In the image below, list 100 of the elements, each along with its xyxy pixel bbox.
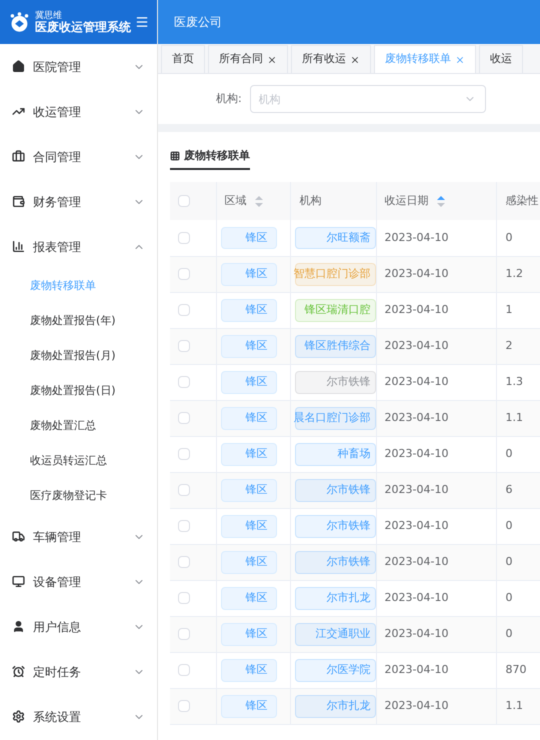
sidebar-subitem[interactable]: 废物处置报告(年) (0, 304, 157, 339)
row-checkbox[interactable] (178, 556, 190, 568)
org-tag: 尔市铁锋 (295, 479, 376, 502)
sort-icon[interactable] (436, 196, 445, 207)
region-tag: 锋区 (220, 371, 277, 394)
region-tag: 锋区 (220, 695, 277, 718)
row-checkbox[interactable] (178, 628, 190, 640)
row-checkbox[interactable] (178, 376, 190, 388)
sidebar-item[interactable]: 定时任务 (0, 649, 157, 694)
infectious-cell: 870 (496, 652, 540, 688)
row-checkbox[interactable] (178, 304, 190, 316)
row-checkbox[interactable] (178, 664, 190, 676)
date-cell: 2023-04-10 (376, 292, 497, 328)
row-checkbox[interactable] (178, 268, 190, 280)
monitor-icon (12, 575, 25, 588)
tab[interactable]: 所有合同 (208, 45, 288, 73)
row-checkbox[interactable] (178, 592, 190, 604)
infectious-cell: 6 (496, 472, 540, 508)
tab[interactable]: 所有收运 (291, 45, 371, 73)
card-title-tab[interactable]: 废物转移联单 (170, 148, 250, 170)
row-checkbox[interactable] (178, 412, 190, 424)
region-tag: 锋区 (220, 623, 277, 646)
wallet-icon (12, 195, 25, 208)
date-cell: 2023-04-10 (376, 436, 497, 472)
infectious-cell: 0 (496, 508, 540, 544)
infectious-cell: 0 (496, 616, 540, 652)
line-chart-icon (12, 105, 25, 118)
logo-subtitle: 冀思维 (34, 12, 63, 20)
date-cell: 2023-04-10 (376, 472, 497, 508)
sidebar-item[interactable]: 设备管理 (0, 559, 157, 604)
tab[interactable]: 收运 (479, 45, 523, 73)
sidebar-subitem[interactable]: 废物处置报告(月) (0, 339, 157, 374)
sort-icon[interactable] (254, 196, 263, 207)
region-tag: 锋区 (220, 226, 277, 250)
sidebar-item[interactable]: 报表管理 (0, 224, 157, 269)
infectious-cell: 1.1 (496, 400, 540, 436)
close-icon[interactable] (267, 54, 277, 64)
logo-title: 医废收运管理系统 (34, 20, 131, 32)
region-tag: 锋区 (220, 551, 277, 574)
org-tag: 尔医学院 (295, 659, 376, 682)
column-header: 感染性 (505, 193, 538, 209)
row-checkbox[interactable] (178, 484, 190, 496)
row-checkbox[interactable] (178, 232, 190, 244)
org-tag: 尔市铁锋 (295, 515, 376, 538)
checkbox[interactable] (178, 195, 190, 208)
company-title: 医废公司 (174, 14, 222, 31)
date-cell: 2023-04-10 (376, 508, 497, 544)
house-icon (12, 60, 25, 73)
row-checkbox[interactable] (178, 700, 190, 712)
infectious-cell: 2 (496, 328, 540, 364)
sidebar-item[interactable]: 财务管理 (0, 179, 157, 224)
sidebar-item[interactable]: 用户信息 (0, 604, 157, 649)
sidebar-item[interactable]: 收运管理 (0, 89, 157, 134)
date-cell: 2023-04-10 (376, 256, 497, 292)
infectious-cell: 1.3 (496, 364, 540, 400)
tab[interactable]: 首页 (161, 45, 205, 73)
sidebar-item[interactable]: 医院管理 (0, 44, 157, 89)
region-tag: 锋区 (220, 263, 277, 286)
sidebar-subitem[interactable]: 废物处置报告(日) (0, 374, 157, 409)
sidebar-item[interactable]: 合同管理 (0, 134, 157, 179)
org-tag: 江交通职业 (295, 623, 376, 646)
grid-icon (170, 151, 180, 161)
org-tag: 种畜场 (295, 443, 376, 466)
row-checkbox[interactable] (178, 340, 190, 352)
card-title: 废物转移联单 (184, 148, 250, 164)
date-cell: 2023-04-10 (376, 328, 497, 364)
org-tag: 尔市铁锋 (295, 371, 376, 394)
org-tag: 晨名口腔门诊部 (295, 407, 376, 430)
close-icon[interactable] (350, 54, 360, 64)
column-header: 机构 (299, 193, 322, 209)
sidebar-item[interactable]: 系统设置 (0, 694, 157, 739)
column-header: 收运日期 (384, 193, 429, 209)
sidebar-item[interactable]: 车辆管理 (0, 514, 157, 559)
truck-icon (12, 530, 25, 543)
logo-icon (8, 10, 31, 34)
sidebar-subitem[interactable]: 医疗废物登记卡 (0, 479, 157, 514)
date-cell: 2023-04-10 (376, 400, 497, 436)
date-cell: 2023-04-10 (376, 220, 497, 256)
infectious-cell: 1 (496, 292, 540, 328)
region-tag: 锋区 (220, 335, 277, 358)
user-icon (12, 620, 25, 633)
region-tag: 锋区 (220, 479, 277, 502)
region-tag: 锋区 (220, 659, 277, 682)
infectious-cell: 1.2 (496, 256, 540, 292)
date-cell: 2023-04-10 (376, 616, 497, 652)
sidebar-subitem[interactable]: 废物处置汇总 (0, 409, 157, 444)
date-cell: 2023-04-10 (376, 544, 497, 580)
sidebar-subitem[interactable]: 收运员转运汇总 (0, 444, 157, 479)
region-tag: 锋区 (220, 443, 277, 466)
infectious-cell: 0 (496, 220, 540, 256)
org-tag: 锋区胜伟综合 (295, 335, 376, 358)
org-select[interactable]: 机构 (250, 85, 486, 113)
org-tag: 尔市扎龙 (295, 695, 376, 718)
infectious-cell: 0 (496, 436, 540, 472)
row-checkbox[interactable] (178, 520, 190, 532)
date-cell: 2023-04-10 (376, 364, 497, 400)
region-tag: 锋区 (220, 587, 277, 610)
org-tag: 智慧口腔门诊部 (295, 263, 376, 286)
date-cell: 2023-04-10 (376, 580, 497, 616)
row-checkbox[interactable] (178, 448, 190, 460)
